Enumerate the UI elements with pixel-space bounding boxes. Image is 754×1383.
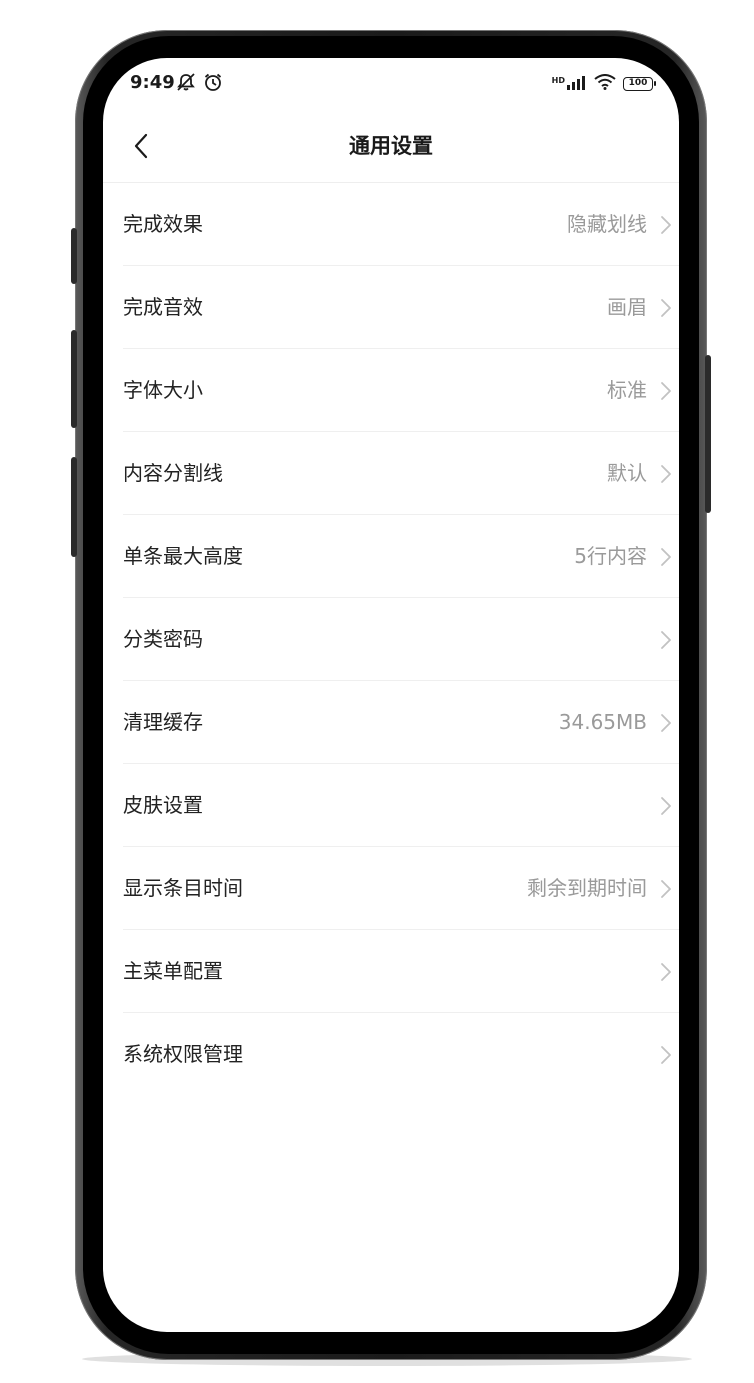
chevron-right-icon: [659, 962, 673, 982]
chevron-right-icon: [659, 713, 673, 733]
settings-row-7[interactable]: 清理缓存 34.65MB: [103, 681, 679, 764]
chevron-right-icon: [659, 1045, 673, 1065]
status-time: 9:49: [130, 72, 175, 93]
power-button: [705, 355, 711, 513]
settings-row-2[interactable]: 完成音效 画眉: [103, 266, 679, 349]
settings-row-label: 完成效果: [123, 212, 203, 236]
chevron-right-icon: [659, 547, 673, 567]
settings-list: 完成效果 隐藏划线 完成音效 画眉 字体大小 标准 内容分割线 默认 单条最大高…: [103, 183, 679, 1096]
status-icons-right: HD 100: [551, 74, 656, 94]
settings-row-3[interactable]: 字体大小 标准: [103, 349, 679, 432]
status-bar: 9:49 HD 100: [103, 58, 679, 108]
alarm-icon: [203, 72, 223, 96]
volume-up-button: [71, 330, 77, 428]
chevron-right-icon: [659, 215, 673, 235]
wifi-icon: [593, 74, 617, 94]
settings-row-label: 清理缓存: [123, 710, 203, 734]
settings-row-label: 字体大小: [123, 378, 203, 402]
battery-icon: 100: [623, 77, 656, 91]
network-type-label: HD: [551, 75, 565, 85]
settings-row-6[interactable]: 分类密码: [103, 598, 679, 681]
page-title: 通用设置: [349, 134, 433, 158]
settings-row-label: 皮肤设置: [123, 793, 203, 817]
settings-row-label: 显示条目时间: [123, 876, 243, 900]
settings-row-value: 5行内容: [574, 544, 647, 568]
settings-row-value: 默认: [607, 461, 647, 485]
status-icons-left: [175, 72, 223, 96]
chevron-right-icon: [659, 298, 673, 318]
chevron-right-icon: [659, 879, 673, 899]
settings-row-5[interactable]: 单条最大高度 5行内容: [103, 515, 679, 598]
mute-switch: [71, 228, 77, 284]
settings-row-4[interactable]: 内容分割线 默认: [103, 432, 679, 515]
settings-row-label: 完成音效: [123, 295, 203, 319]
navigation-bar: 通用设置: [103, 116, 679, 183]
chevron-left-icon: [133, 133, 149, 163]
settings-row-label: 主菜单配置: [123, 959, 223, 983]
settings-row-label: 内容分割线: [123, 461, 223, 485]
chevron-right-icon: [659, 381, 673, 401]
back-button[interactable]: [121, 128, 161, 168]
settings-row-value: 34.65MB: [558, 710, 647, 734]
chevron-right-icon: [659, 630, 673, 650]
settings-row-11[interactable]: 系统权限管理: [103, 1013, 679, 1096]
mute-icon: [175, 72, 197, 96]
settings-row-label: 系统权限管理: [123, 1042, 243, 1066]
volume-down-button: [71, 457, 77, 557]
settings-row-value: 标准: [607, 378, 647, 402]
settings-row-label: 单条最大高度: [123, 544, 243, 568]
settings-row-value: 隐藏划线: [567, 212, 647, 236]
chevron-right-icon: [659, 464, 673, 484]
settings-row-10[interactable]: 主菜单配置: [103, 930, 679, 1013]
phone-screen: 9:49 HD 100 通用设置 完成效果 隐藏划线 完成音效 画眉 字体大小 …: [103, 58, 679, 1332]
settings-row-value: 剩余到期时间: [527, 876, 647, 900]
chevron-right-icon: [659, 796, 673, 816]
settings-row-9[interactable]: 显示条目时间 剩余到期时间: [103, 847, 679, 930]
settings-row-1[interactable]: 完成效果 隐藏划线: [103, 183, 679, 266]
settings-row-label: 分类密码: [123, 627, 203, 651]
signal-icon: [567, 75, 587, 94]
settings-row-value: 画眉: [607, 295, 647, 319]
settings-row-8[interactable]: 皮肤设置: [103, 764, 679, 847]
device-mockup: 9:49 HD 100 通用设置 完成效果 隐藏划线 完成音效 画眉 字体大小 …: [0, 0, 754, 1383]
